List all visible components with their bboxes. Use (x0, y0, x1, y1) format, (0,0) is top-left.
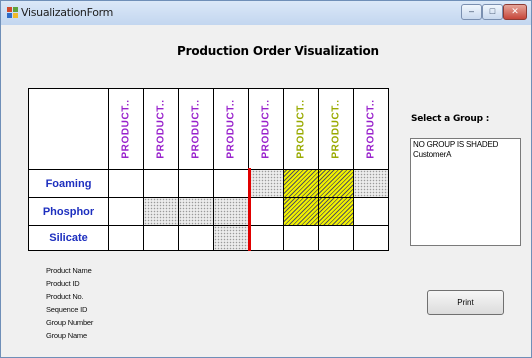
info-label: Product No. (46, 292, 84, 301)
grid-cell[interactable] (143, 225, 179, 251)
row-header-label: Foaming (45, 177, 92, 190)
column-header-label: PRODUCT.. (365, 99, 377, 159)
grid-cell[interactable] (248, 225, 284, 251)
grid-cell[interactable] (248, 169, 284, 198)
row-header-label: Silicate (49, 232, 88, 244)
column-header-1[interactable]: PRODUCT.. (108, 88, 144, 170)
page-title: Production Order Visualization (177, 44, 379, 58)
column-header-label: PRODUCT.. (120, 99, 132, 159)
group-label: Select a Group : (411, 114, 490, 124)
grid-cell[interactable] (248, 197, 284, 226)
production-grid: PRODUCT.. PRODUCT.. PRODUCT.. PRODUCT.. PROD… (28, 88, 389, 251)
column-header-3[interactable]: PRODUCT.. (178, 88, 214, 170)
row-header-label: Phosphor (42, 205, 95, 218)
column-header-4[interactable]: PRODUCT.. (213, 88, 249, 170)
minimize-icon: – (468, 6, 474, 16)
grid-cell[interactable] (283, 197, 319, 226)
grid-cell[interactable] (108, 197, 144, 226)
grid-cell[interactable] (143, 197, 179, 226)
grid-cell[interactable] (178, 197, 214, 226)
info-label: Sequence ID (46, 305, 88, 314)
close-icon: ✕ (511, 6, 519, 16)
title-bar: VisualizationForm – □ ✕ (1, 1, 531, 25)
row-header-0[interactable]: Foaming (28, 169, 109, 198)
column-header-label: PRODUCT.. (260, 99, 272, 159)
row-header-1[interactable]: Phosphor (28, 197, 109, 226)
column-header-5[interactable]: PRODUCT.. (248, 88, 284, 170)
row-header-2[interactable]: Silicate (28, 225, 109, 251)
grid-cell[interactable] (178, 169, 214, 198)
grid-corner-cell (28, 88, 109, 170)
grid-cell[interactable] (318, 225, 354, 251)
group-listbox[interactable]: NO GROUP IS SHADED CustomerA (410, 138, 521, 246)
group-list-item[interactable]: NO GROUP IS SHADED (411, 140, 520, 150)
close-button[interactable]: ✕ (503, 4, 527, 20)
grid-cell[interactable] (213, 225, 249, 251)
info-label: Product ID (46, 279, 80, 288)
column-header-label: PRODUCT.. (190, 99, 202, 159)
grid-cell[interactable] (108, 169, 144, 198)
column-header-2[interactable]: PRODUCT.. (143, 88, 179, 170)
grid-cell[interactable] (318, 169, 354, 198)
column-header-label: PRODUCT.. (295, 99, 307, 159)
visualization-window: VisualizationForm – □ ✕ Production Order… (0, 0, 532, 358)
column-header-label: PRODUCT.. (225, 99, 237, 159)
info-label: Group Name (46, 331, 87, 340)
grid-cell[interactable] (213, 169, 249, 198)
grid-cell[interactable] (178, 225, 214, 251)
grid-cell[interactable] (318, 197, 354, 226)
grid-cell[interactable] (283, 225, 319, 251)
column-header-8[interactable]: PRODUCT.. (353, 88, 389, 170)
grid-cell[interactable] (353, 169, 389, 198)
info-label: Product Name (46, 266, 92, 275)
product-info-panel: Product Name Product ID Product No. Sequenc… (46, 264, 93, 342)
column-header-label: PRODUCT.. (155, 99, 167, 159)
grid-cell[interactable] (353, 225, 389, 251)
app-icon (7, 7, 18, 18)
print-button[interactable]: Print (427, 290, 504, 315)
schedule-divider (248, 168, 251, 251)
maximize-icon: □ (489, 6, 496, 16)
group-list-item[interactable]: CustomerA (411, 150, 520, 160)
column-header-6[interactable]: PRODUCT.. (283, 88, 319, 170)
column-header-7[interactable]: PRODUCT.. (318, 88, 354, 170)
grid-cell[interactable] (213, 197, 249, 226)
grid-cell[interactable] (353, 197, 389, 226)
minimize-button[interactable]: – (461, 4, 482, 20)
grid-cell[interactable] (108, 225, 144, 251)
maximize-button[interactable]: □ (482, 4, 503, 20)
grid-cell[interactable] (143, 169, 179, 198)
column-header-label: PRODUCT.. (330, 99, 342, 159)
window-title: VisualizationForm (21, 6, 114, 19)
grid-cell[interactable] (283, 169, 319, 198)
info-label: Group Number (46, 318, 94, 327)
